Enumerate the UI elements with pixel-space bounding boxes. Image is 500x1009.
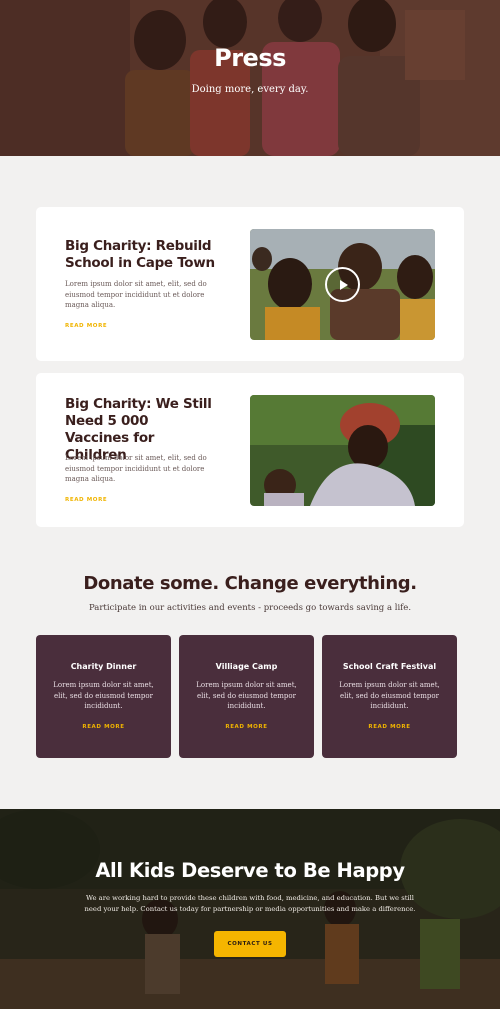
press-card-body: Lorem ipsum dolor sit amet, elit, sed do… xyxy=(65,454,207,483)
hero-overlay xyxy=(0,0,500,156)
event-card[interactable]: School Craft Festival Lorem ipsum dolor … xyxy=(322,635,457,758)
donate-heading: Donate some. Change everything. xyxy=(83,573,417,594)
event-card[interactable]: Charity Dinner Lorem ipsum dolor sit ame… xyxy=(36,635,171,758)
read-more-link[interactable]: READ MORE xyxy=(65,497,107,503)
press-card-image[interactable] xyxy=(250,395,435,506)
event-card[interactable]: Villiage Camp Lorem ipsum dolor sit amet… xyxy=(179,635,314,758)
event-title[interactable]: Charity Dinner xyxy=(36,662,171,671)
play-icon xyxy=(339,279,348,290)
page-subtitle: Doing more, every day. xyxy=(191,84,309,95)
press-card-video[interactable] xyxy=(250,229,435,340)
read-more-link[interactable]: READ MORE xyxy=(179,724,314,730)
press-card-body: Lorem ipsum dolor sit amet, elit, sed do… xyxy=(65,280,207,309)
read-more-link[interactable]: READ MORE xyxy=(322,724,457,730)
press-card-title[interactable]: Big Charity: Rebuild School in Cape Town xyxy=(65,238,215,272)
donate-subheading: Participate in our activities and events… xyxy=(88,603,412,613)
press-card: Big Charity: We Still Need 5 000 Vaccine… xyxy=(36,373,464,527)
play-button[interactable] xyxy=(325,267,360,302)
read-more-link[interactable]: READ MORE xyxy=(36,724,171,730)
read-more-link[interactable]: READ MORE xyxy=(65,323,107,329)
press-card: Big Charity: Rebuild School in Cape Town… xyxy=(36,207,464,361)
cta-text: We are working hard to provide these chi… xyxy=(84,894,416,913)
contact-us-button[interactable]: CONTACT US xyxy=(214,931,286,957)
cta-heading: All Kids Deserve to Be Happy xyxy=(95,859,405,882)
page-title: Press xyxy=(214,44,286,72)
event-title[interactable]: School Craft Festival xyxy=(322,662,457,671)
event-body: Lorem ipsum dolor sit amet, elit, sed do… xyxy=(53,681,154,710)
article-photo xyxy=(250,395,435,506)
event-title[interactable]: Villiage Camp xyxy=(179,662,314,671)
event-body: Lorem ipsum dolor sit amet, elit, sed do… xyxy=(339,681,440,710)
event-body: Lorem ipsum dolor sit amet, elit, sed do… xyxy=(196,681,297,710)
cta-banner: All Kids Deserve to Be Happy We are work… xyxy=(0,809,500,1009)
hero-banner: Press Doing more, every day. xyxy=(0,0,500,156)
